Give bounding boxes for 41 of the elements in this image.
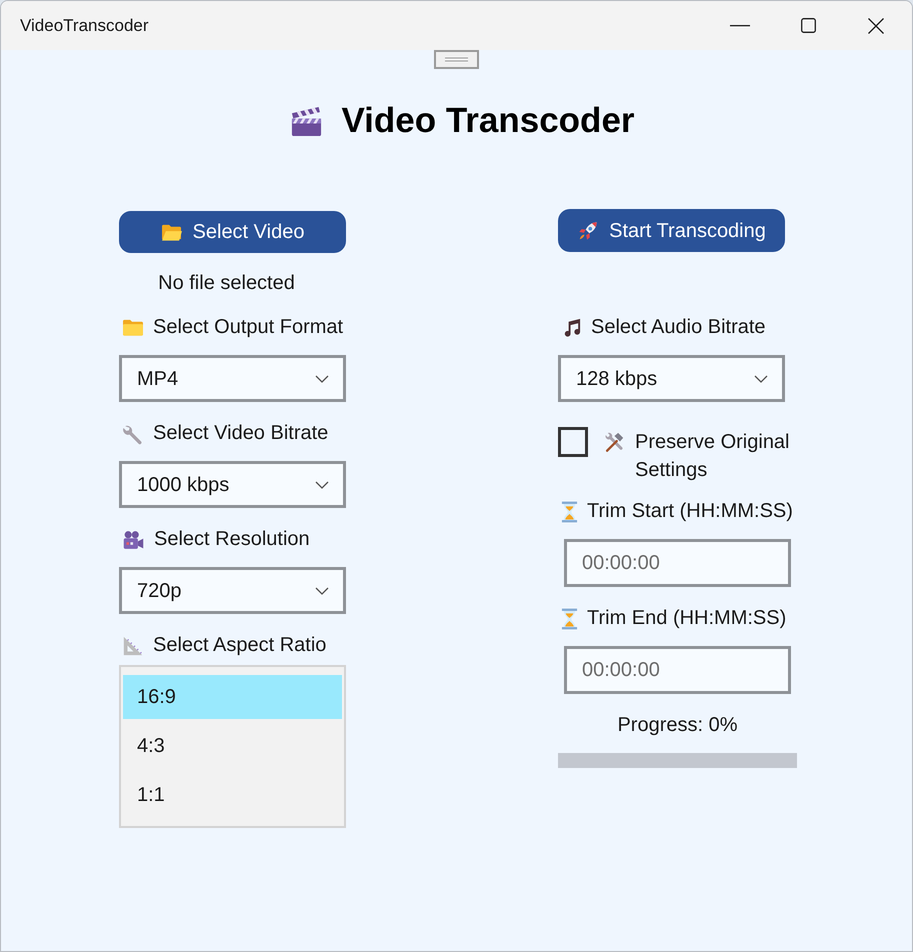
hourglass-icon <box>561 500 578 522</box>
hammer-wrench-icon <box>603 431 625 453</box>
rocket-icon <box>577 220 600 242</box>
field-label: Select Resolution <box>154 527 310 552</box>
field-label: Select Audio Bitrate <box>591 315 766 340</box>
chevron-down-icon <box>315 374 329 382</box>
close-icon <box>868 18 884 34</box>
time-input[interactable]: 00:00:00 <box>564 539 791 587</box>
maximize-icon <box>800 18 816 33</box>
chevron-down-icon <box>754 374 768 382</box>
field-label: Trim End (HH:MM:SS) <box>587 606 786 631</box>
time-input[interactable]: 00:00:00 <box>564 646 791 694</box>
progress-label: Progress: 0% <box>616 713 739 738</box>
window-title: VideoTranscoder <box>20 14 149 37</box>
list-item[interactable]: 1:1 <box>123 773 342 817</box>
field-label: Trim Start (HH:MM:SS) <box>587 499 793 524</box>
action-button[interactable]: Start Transcoding <box>558 209 785 252</box>
action-button[interactable]: Select Video <box>119 211 346 253</box>
field-label: Select Output Format <box>153 315 344 340</box>
app-title: Video Transcoder <box>341 101 635 141</box>
dropdown[interactable]: 720p <box>119 567 346 614</box>
list-item[interactable]: 16:9 <box>123 675 342 719</box>
hourglass-icon <box>561 608 578 630</box>
field-label: Select Video Bitrate <box>153 421 328 446</box>
checkbox-label: Preserve Original Settings <box>635 430 791 483</box>
dropdown[interactable]: 1000 kbps <box>119 461 346 508</box>
drag-handle-icon[interactable] <box>434 50 479 69</box>
list-item[interactable]: 4:3 <box>123 724 342 768</box>
field-label: Select Aspect Ratio <box>153 633 326 658</box>
dropdown[interactable]: 128 kbps <box>558 355 785 402</box>
folder-icon <box>122 318 144 337</box>
chevron-down-icon <box>315 586 329 594</box>
dropdown[interactable]: MP4 <box>119 355 346 402</box>
folder-icon <box>160 222 183 242</box>
file-status-text: No file selected <box>157 271 296 296</box>
clapperboard-icon <box>290 104 324 138</box>
movie-camera-icon <box>122 530 145 550</box>
chevron-down-icon <box>315 480 329 488</box>
minimize-icon <box>730 24 750 26</box>
checkbox[interactable] <box>558 427 588 457</box>
triangle-ruler-icon <box>122 634 144 656</box>
